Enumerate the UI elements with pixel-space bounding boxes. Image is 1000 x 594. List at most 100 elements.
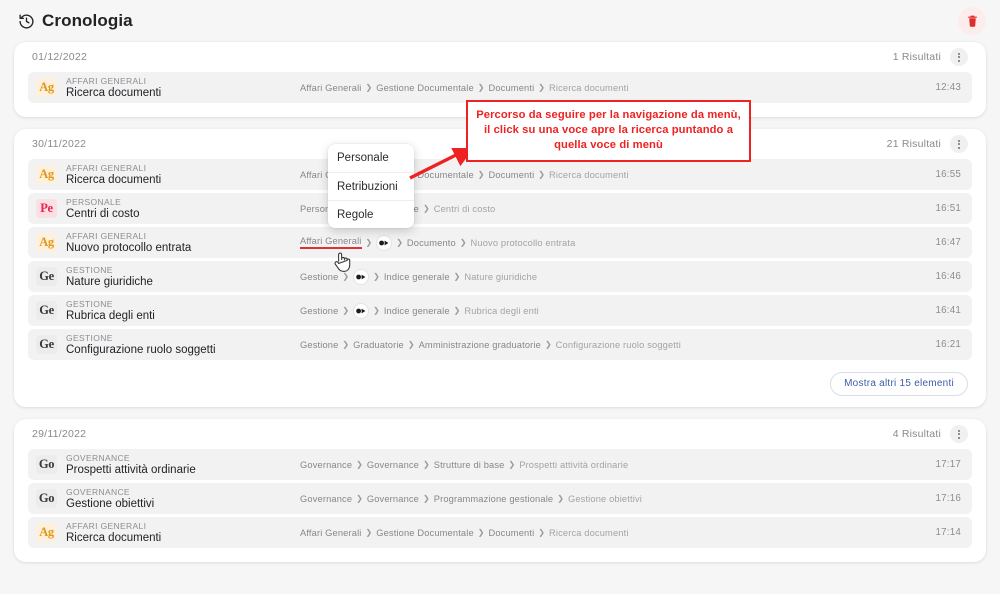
breadcrumb-item[interactable]: Indice generale (384, 306, 450, 316)
breadcrumb-item[interactable]: Governance (367, 494, 419, 504)
breadcrumb-item[interactable]: Prospetti attività ordinarie (519, 460, 628, 470)
history-row[interactable]: Ag AFFARI GENERALI Ricerca documenti Affari… (28, 72, 972, 103)
history-row[interactable]: Go GOVERNANCE Gestione obiettivi Governance… (28, 483, 972, 514)
breadcrumb-separator-icon: ❯ (544, 339, 552, 349)
result-count: 4 Risultati (892, 428, 941, 440)
breadcrumb-item[interactable]: Graduatorie (353, 340, 404, 350)
breadcrumb-item[interactable]: Ricerca documenti (549, 170, 629, 180)
dropdown-item-personale[interactable]: Personale (328, 144, 414, 172)
breadcrumb-more-icon[interactable] (353, 302, 370, 319)
row-title: Ricerca documenti (66, 173, 162, 186)
module-badge-icon: Ag (36, 233, 57, 252)
history-row[interactable]: Ge GESTIONE Rubrica degli enti Gestione ❯ ❯ In… (28, 295, 972, 326)
history-card: 29/11/2022 4 Risultati Go GOVERNANCE Prospet… (14, 419, 986, 562)
row-category: GOVERNANCE (66, 452, 130, 463)
breadcrumb-item[interactable]: Governance (300, 494, 352, 504)
delete-history-button[interactable] (958, 7, 986, 35)
breadcrumb-item[interactable]: Affari Generali (300, 83, 362, 93)
row-category: GESTIONE (66, 264, 113, 275)
breadcrumb-item[interactable]: Gestione (300, 306, 338, 316)
annotation-arrow-icon (408, 144, 477, 187)
breadcrumb-more-icon[interactable] (376, 234, 393, 251)
history-row[interactable]: Ag AFFARI GENERALI Ricerca documenti Affari… (28, 517, 972, 548)
breadcrumb-separator-icon: ❯ (373, 271, 380, 281)
card-date: 30/11/2022 (32, 138, 87, 150)
more-vertical-icon[interactable] (950, 48, 968, 66)
breadcrumb-separator-icon: ❯ (423, 459, 430, 469)
context-dropdown-menu[interactable]: Personale Retribuzioni Regole (328, 144, 414, 228)
breadcrumb-item[interactable]: Ricerca documenti (549, 83, 629, 93)
breadcrumb-item[interactable]: Amministrazione graduatorie (419, 340, 541, 350)
row-texts: GOVERNANCE Prospetti attività ordinarie (66, 453, 196, 477)
breadcrumb-item[interactable]: Ricerca documenti (549, 528, 629, 538)
breadcrumb-item[interactable]: Nature giuridiche (464, 272, 537, 282)
module-badge-icon: Ge (36, 267, 57, 286)
row-time: 17:14 (935, 527, 961, 538)
row-category: AFFARI GENERALI (66, 520, 147, 531)
breadcrumb: Gestione ❯ ❯ Indice generale ❯ Rubrica degli … (300, 295, 539, 326)
row-time: 16:21 (935, 339, 961, 350)
breadcrumb-separator-icon: ❯ (453, 305, 461, 315)
row-title: Nature giuridiche (66, 275, 153, 288)
history-row[interactable]: PePERSONALECentri di costoPersonale❯❯Reg… (28, 193, 972, 224)
history-row[interactable]: Ge GESTIONE Nature giuridiche Gestione ❯ ❯ Ind… (28, 261, 972, 292)
breadcrumb-item[interactable]: Documenti (489, 528, 535, 538)
history-row[interactable]: Ag AFFARI GENERALI Ricerca documenti Affari… (28, 159, 972, 190)
breadcrumb-item[interactable]: Configurazione ruolo soggetti (556, 340, 681, 350)
breadcrumb-more-icon[interactable] (353, 268, 370, 285)
more-vertical-icon[interactable] (950, 425, 968, 443)
page-title: Cronologia (18, 11, 133, 31)
module-badge-icon: Ge (36, 335, 57, 354)
row-category: GESTIONE (66, 332, 113, 343)
breadcrumb-item[interactable]: Centri di costo (434, 204, 496, 214)
breadcrumb-item[interactable]: Indice generale (384, 272, 450, 282)
history-row[interactable]: Ge GESTIONE Configurazione ruolo soggetti G… (28, 329, 972, 360)
breadcrumb-item[interactable]: Documenti (489, 83, 535, 93)
history-card: 30/11/2022 21 Risultati Ag AFFARI GENERALI R… (14, 129, 986, 407)
breadcrumb-item[interactable]: Strutture di base (434, 460, 505, 470)
row-title: Ricerca documenti (66, 531, 162, 544)
history-row[interactable]: Go GOVERNANCE Prospetti attività ordinarie… (28, 449, 972, 480)
row-texts: GESTIONE Configurazione ruolo soggetti (66, 333, 216, 357)
breadcrumb-item[interactable]: Gestione obiettivi (568, 494, 642, 504)
breadcrumb-separator-icon: ❯ (538, 82, 545, 92)
row-texts: AFFARI GENERALI Ricerca documenti (66, 163, 161, 187)
breadcrumb-item[interactable]: Governance (367, 460, 419, 470)
dropdown-item-retribuzioni[interactable]: Retribuzioni (328, 172, 414, 200)
row-time: 16:55 (935, 169, 961, 180)
row-time: 17:17 (935, 459, 961, 470)
history-page: Cronologia 01/12/2022 1 Risultati Ag AFFARI… (0, 0, 1000, 594)
breadcrumb-item[interactable]: Programmazione gestionale (434, 494, 554, 504)
breadcrumb-item[interactable]: Gestione Documentale (376, 528, 474, 538)
breadcrumb-item[interactable]: Affari Generali (300, 236, 362, 249)
breadcrumb-item[interactable]: Governance (300, 460, 352, 470)
row-time: 16:47 (935, 237, 961, 248)
breadcrumb-separator-icon: ❯ (407, 339, 415, 349)
breadcrumb-item[interactable]: Nuovo protocollo entrata (471, 238, 576, 248)
breadcrumb-item[interactable]: Affari Generali (300, 528, 362, 538)
row-title: Rubrica degli enti (66, 309, 155, 322)
card-date: 29/11/2022 (32, 428, 87, 440)
row-title: Nuovo protocollo entrata (66, 241, 192, 254)
history-row[interactable]: Ag AFFARI GENERALI Nuovo protocollo entrat… (28, 227, 972, 258)
breadcrumb-item[interactable]: Gestione Documentale (376, 83, 474, 93)
breadcrumb: Affari Generali❯Gestione Documentale❯Doc… (300, 517, 629, 548)
page-header: Cronologia (0, 0, 1000, 42)
breadcrumb-item[interactable]: Gestione (300, 340, 338, 350)
breadcrumb-separator-icon: ❯ (365, 237, 373, 247)
dropdown-item-regole[interactable]: Regole (328, 200, 414, 228)
result-count: 21 Risultati (886, 138, 941, 150)
card-date: 01/12/2022 (32, 51, 88, 63)
module-badge-icon: Go (36, 455, 57, 474)
breadcrumb-separator-icon: ❯ (356, 493, 363, 503)
row-texts: AFFARI GENERALI Ricerca documenti (66, 521, 161, 545)
more-vertical-icon[interactable] (950, 135, 968, 153)
breadcrumb-item[interactable]: Rubrica degli enti (464, 306, 539, 316)
breadcrumb-separator-icon: ❯ (423, 493, 430, 503)
show-more-button[interactable]: Mostra altri 15 elementi (830, 372, 968, 396)
mouse-cursor-pointer-icon (333, 250, 351, 279)
breadcrumb-item[interactable]: Documenti (489, 170, 535, 180)
breadcrumb-item[interactable]: Documento (407, 238, 456, 248)
row-time: 16:51 (935, 203, 961, 214)
row-title: Centri di costo (66, 207, 140, 220)
